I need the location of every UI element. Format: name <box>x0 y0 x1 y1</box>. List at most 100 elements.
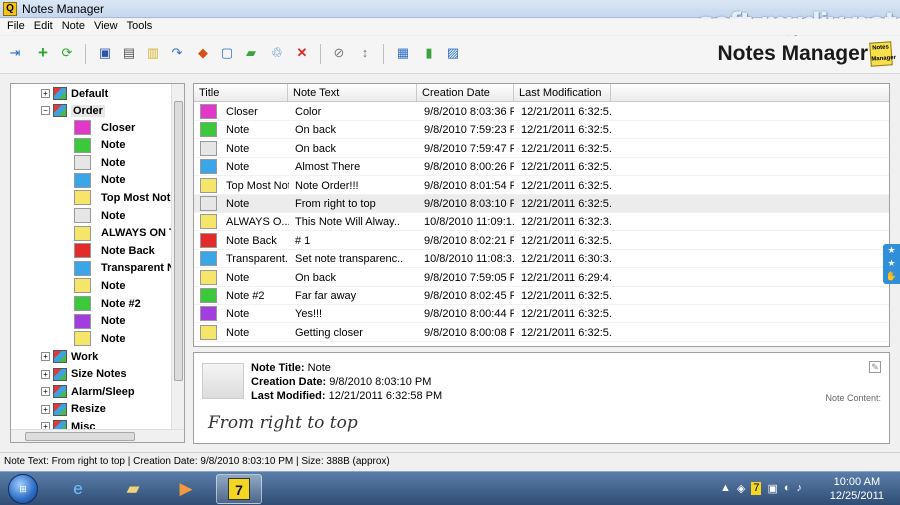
chart-icon[interactable]: ▮ <box>420 44 438 62</box>
menu-view[interactable]: View <box>91 19 124 35</box>
table-row[interactable]: Note From right to top 9/8/2010 8:03:10 PM… <box>194 195 889 213</box>
table-row[interactable]: Transparent... Set note transparenc.. 10/8… <box>194 250 889 269</box>
paste-icon[interactable]: ▥ <box>144 44 162 62</box>
tree-category[interactable]: + Alarm/Sleep <box>41 383 135 400</box>
stop-icon[interactable]: ↕ <box>356 44 374 62</box>
tree-note-item[interactable]: Note <box>74 313 125 330</box>
expand-icon[interactable]: + <box>41 89 50 98</box>
expand-icon[interactable]: + <box>41 387 50 397</box>
add-icon[interactable]: + <box>34 44 52 62</box>
tree-note-item[interactable]: Note <box>74 330 125 347</box>
column-title[interactable]: Title <box>194 84 288 102</box>
tree-note-item[interactable]: Note <box>74 154 125 171</box>
table-cell-title: Note <box>226 198 250 210</box>
table-cell-text: Far far away <box>295 290 357 302</box>
tree-note-item[interactable]: Note <box>74 172 125 189</box>
tree-label: Size Notes <box>71 368 127 381</box>
expand-icon[interactable]: + <box>41 404 50 414</box>
explorer-icon[interactable]: ▰ <box>110 474 156 504</box>
folder-icon[interactable]: ▰ <box>242 44 260 62</box>
tree-note-item[interactable]: Top Most Note <box>74 189 177 206</box>
menu-tools[interactable]: Tools <box>124 19 159 35</box>
tree-note-item[interactable]: Note <box>74 207 125 224</box>
table-row[interactable]: Note Almost There 9/8/2010 8:00:26 PM 12/21… <box>194 158 889 177</box>
ie-icon[interactable]: e <box>55 474 101 504</box>
menu-note[interactable]: Note <box>59 19 91 35</box>
refresh-icon[interactable]: ⟳ <box>58 44 76 62</box>
tree-note-item[interactable]: Note <box>74 137 125 154</box>
table-row[interactable]: Note Back # 1 9/8/2010 8:02:21 PM 12/21/201… <box>194 232 889 250</box>
table-row[interactable]: Note On back 9/8/2010 7:59:05 PM 12/21/2011… <box>194 269 889 287</box>
system-tray: ▲ ◈ 7 ▣ ◐ ♪ <box>720 482 802 495</box>
new-note-icon[interactable]: ⇥ <box>6 44 24 62</box>
column-last-modification[interactable]: Last Modification <box>514 84 611 102</box>
note-color-swatch <box>74 331 91 347</box>
column-note-text[interactable]: Note Text <box>288 84 417 102</box>
collapse-icon[interactable]: − <box>41 106 50 115</box>
tree-vertical-scrollbar[interactable] <box>171 84 184 429</box>
table-row[interactable]: Note Yes!!! 9/8/2010 8:00:44 PM 12/21/2011 … <box>194 305 889 324</box>
redo-icon[interactable]: ↷ <box>168 44 186 62</box>
note-color-swatch <box>74 137 91 153</box>
scrollbar-thumb[interactable] <box>25 432 135 441</box>
table-cell-text: # 1 <box>295 234 311 247</box>
tree-note-item[interactable]: Closer <box>74 119 135 136</box>
table-cell-created: 9/8/2010 8:01:54 PM <box>424 179 514 192</box>
show-hidden-icon[interactable]: ▲ <box>720 482 731 495</box>
tree-category-default[interactable]: + Default <box>41 85 108 102</box>
clock-icon[interactable]: ⊘ <box>330 44 348 62</box>
clock[interactable]: 10:00 AM 12/25/2011 <box>830 475 884 503</box>
tree-category[interactable]: + Size Notes <box>41 366 127 383</box>
side-favorites-tab[interactable]: ★ ★ ✋ <box>883 244 900 284</box>
speaker-icon[interactable]: ♪ <box>797 482 803 495</box>
media-player-icon[interactable]: ▶ <box>163 474 209 504</box>
notes-manager-icon[interactable]: 7 <box>216 474 262 504</box>
table-cell-modified: 12/21/2011 6:32:5... <box>521 124 611 137</box>
start-button[interactable]: ⊞ <box>8 474 38 504</box>
tree-note-item[interactable]: Transparent N <box>74 260 175 277</box>
tree-label: Note <box>101 156 126 169</box>
tree-note-item[interactable]: Note <box>74 277 125 294</box>
toolbar-separator <box>320 44 321 64</box>
layout-icon[interactable]: ▦ <box>394 44 412 62</box>
table-row[interactable]: Note On back 9/8/2010 7:59:47 PM 12/21/2011… <box>194 140 889 158</box>
expand-icon[interactable]: + <box>41 352 50 361</box>
menu-file[interactable]: File <box>4 19 31 35</box>
tree-label: Closer <box>101 121 136 134</box>
table-cell-text: Color <box>295 106 322 118</box>
bookmark-icon[interactable]: ◆ <box>194 44 212 62</box>
tree-label: Note <box>101 279 126 292</box>
table-cell-modified: 12/21/2011 6:32:5... <box>521 234 611 247</box>
table-row[interactable]: Note Getting closer 9/8/2010 8:00:08 PM 12/… <box>194 324 889 342</box>
save-icon[interactable]: ▣ <box>96 44 114 62</box>
shield-icon[interactable]: ◈ <box>737 482 745 495</box>
tree-note-item[interactable]: Note #2 <box>74 295 141 312</box>
table-cell-created: 10/8/2010 11:09:1... <box>424 216 514 229</box>
table-row[interactable]: Closer Color 9/8/2010 8:03:36 PM 12/21/2011… <box>194 103 889 121</box>
tree-note-item[interactable]: ALWAYS ON T <box>74 225 176 242</box>
column-creation-date[interactable]: Creation Date <box>417 84 514 102</box>
table-row[interactable]: Note On back 9/8/2010 7:59:23 PM 12/21/2011… <box>194 121 889 140</box>
category-tree[interactable]: + Default − Order Closer Note Note Note Top … <box>10 83 185 443</box>
tree-horizontal-scrollbar[interactable] <box>11 429 184 442</box>
delete-icon[interactable]: ✕ <box>293 44 311 62</box>
notes-tray-icon[interactable]: 7 <box>751 482 762 495</box>
volume-icon[interactable]: ◐ <box>784 482 791 495</box>
tree-note-item[interactable]: Note Back <box>74 242 155 259</box>
picture-icon[interactable]: ▨ <box>444 44 462 62</box>
table-row[interactable]: ALWAYS O... This Note Will Alway.. 10/8/20… <box>194 213 889 232</box>
edit-icon[interactable]: ✎ <box>869 361 881 373</box>
recycle-icon[interactable]: ♲ <box>268 44 286 62</box>
table-row[interactable]: Note #2 Far far away 9/8/2010 8:02:45 PM 12… <box>194 287 889 305</box>
network-icon[interactable]: ▣ <box>767 482 777 495</box>
scrollbar-thumb[interactable] <box>174 101 183 381</box>
note-color-swatch <box>74 260 91 276</box>
print-icon[interactable]: ▤ <box>120 44 138 62</box>
window-icon[interactable]: ▢ <box>218 44 236 62</box>
tree-category[interactable]: + Work <box>41 348 98 365</box>
menu-edit[interactable]: Edit <box>31 19 59 35</box>
tree-category-order[interactable]: − Order <box>41 102 105 119</box>
tree-category[interactable]: + Resize <box>41 401 106 418</box>
expand-icon[interactable]: + <box>41 369 50 379</box>
table-row[interactable]: Top Most Note Note Order!!! 9/8/2010 8:01:… <box>194 177 889 195</box>
